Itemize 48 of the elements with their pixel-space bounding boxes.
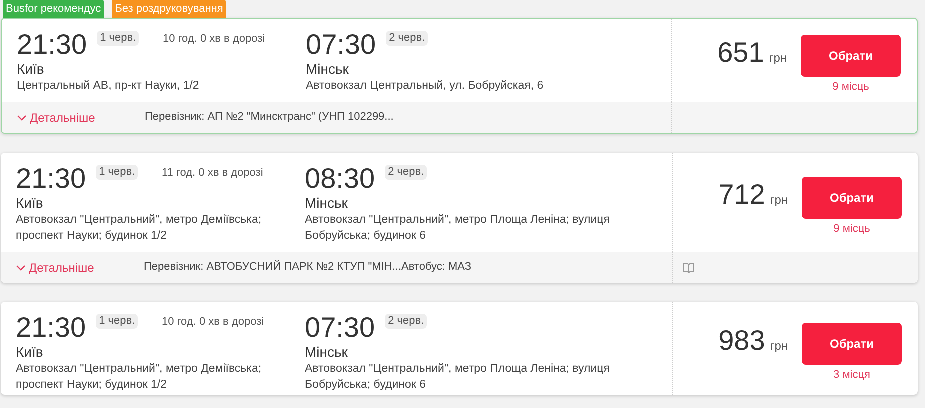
station-address: Автовокзал "Центральний", метро Деміївська; проспект Науки; будинок 1/2 [16, 213, 263, 244]
price: 651 [718, 36, 764, 68]
city-name: Київ [17, 61, 46, 78]
seats-left: 3 місця [834, 368, 870, 382]
select-button[interactable]: Обрати [801, 35, 901, 77]
currency: грн [769, 50, 787, 66]
seats-left: 9 місць [832, 80, 870, 94]
arrival-time: 07:30 [305, 312, 376, 344]
city-name: Мінськ [305, 195, 349, 212]
city-name: Київ [16, 195, 44, 212]
departure-time: 21:30 [17, 29, 88, 61]
seats-left: 9 місць [834, 222, 870, 236]
select-button[interactable]: Обрати [802, 323, 902, 365]
departure-time: 21:30 [16, 312, 86, 344]
carrier-info: Перевізник: АВТОБУСНИЙ ПАРК №2 КТУП "МІН...Автобус: МАЗ [144, 259, 472, 276]
station-address: Автовокзал Центральный, ул. Бобруйская, 6 [306, 79, 545, 94]
departure-time: 21:30 [16, 163, 86, 195]
date-label: 2 черв. [385, 165, 428, 180]
station-address: Автовокзал "Центральний", метро Деміївська; проспект Науки; будинок 1/2 [16, 362, 263, 393]
book-icon[interactable] [683, 262, 695, 272]
date-label: 1 черв. [97, 31, 140, 46]
travel-duration: 10 год. 0 хв в дорозі [162, 315, 264, 329]
details-link[interactable]: Детальніше [16, 258, 144, 276]
station-address: Центральный АВ, пр-кт Науки, 1/2 [17, 79, 200, 94]
details-link[interactable]: Детальніше [17, 108, 145, 126]
price: 983 [718, 324, 766, 356]
arrival-time: 07:30 [306, 29, 376, 61]
price: 712 [718, 178, 766, 210]
city-name: Київ [16, 344, 44, 361]
travel-duration: 11 год. 0 хв в дорозі [162, 166, 264, 180]
travel-duration: 10 год. 0 хв в дорозі [163, 32, 266, 46]
city-name: Мінськ [306, 61, 350, 78]
date-label: 1 черв. [96, 165, 138, 180]
chevron-down-icon [17, 114, 27, 120]
currency: грн [770, 192, 788, 208]
station-address: Автовокзал "Центральний", метро Площа Леніна; вулиця Бобруйська; будинок 6 [305, 362, 611, 393]
station-address: Автовокзал "Центральний", метро Площа Леніна; вулиця Бобруйська; будинок 6 [305, 213, 611, 244]
arrival-time: 08:30 [305, 163, 376, 195]
date-label: 1 черв. [96, 314, 138, 329]
currency: грн [770, 338, 788, 354]
chevron-down-icon [16, 264, 26, 270]
date-label: 2 черв. [385, 314, 428, 329]
carrier-info: Перевізник: АП №2 "Минсктранс" (УНП 102299... [145, 110, 394, 126]
city-name: Мінськ [305, 344, 349, 361]
promo-tag: Без роздруковування [112, 0, 226, 18]
promo-tag: Busfor рекомендус [3, 0, 104, 18]
date-label: 2 черв. [386, 31, 428, 46]
select-button[interactable]: Обрати [802, 177, 902, 219]
